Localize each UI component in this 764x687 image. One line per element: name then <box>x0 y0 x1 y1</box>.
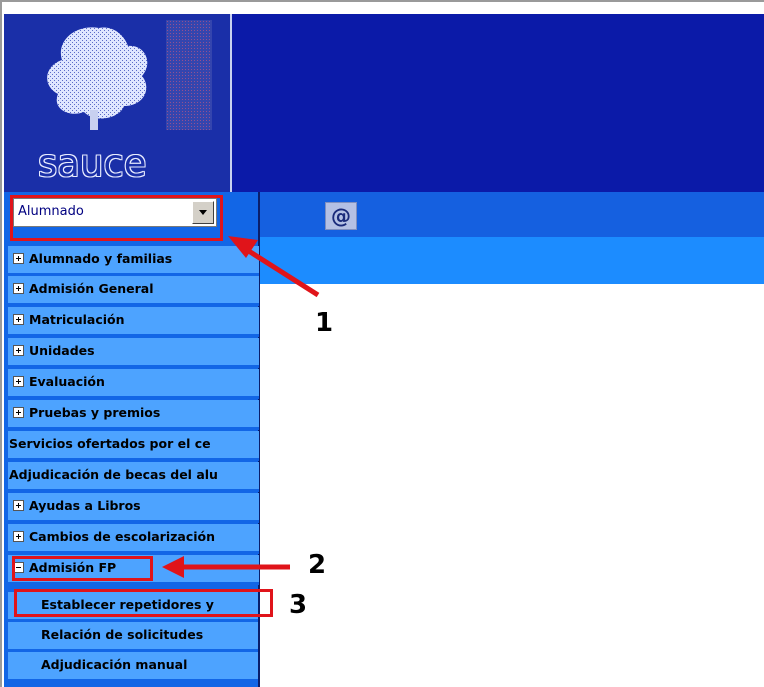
callout-number-2: 2 <box>308 550 327 580</box>
callout-number-1: 1 <box>315 308 334 338</box>
arrow-2-icon <box>162 556 290 578</box>
callout-number-3: 3 <box>289 590 308 620</box>
arrow-1-icon <box>228 236 320 298</box>
annotation-arrows <box>162 236 320 578</box>
